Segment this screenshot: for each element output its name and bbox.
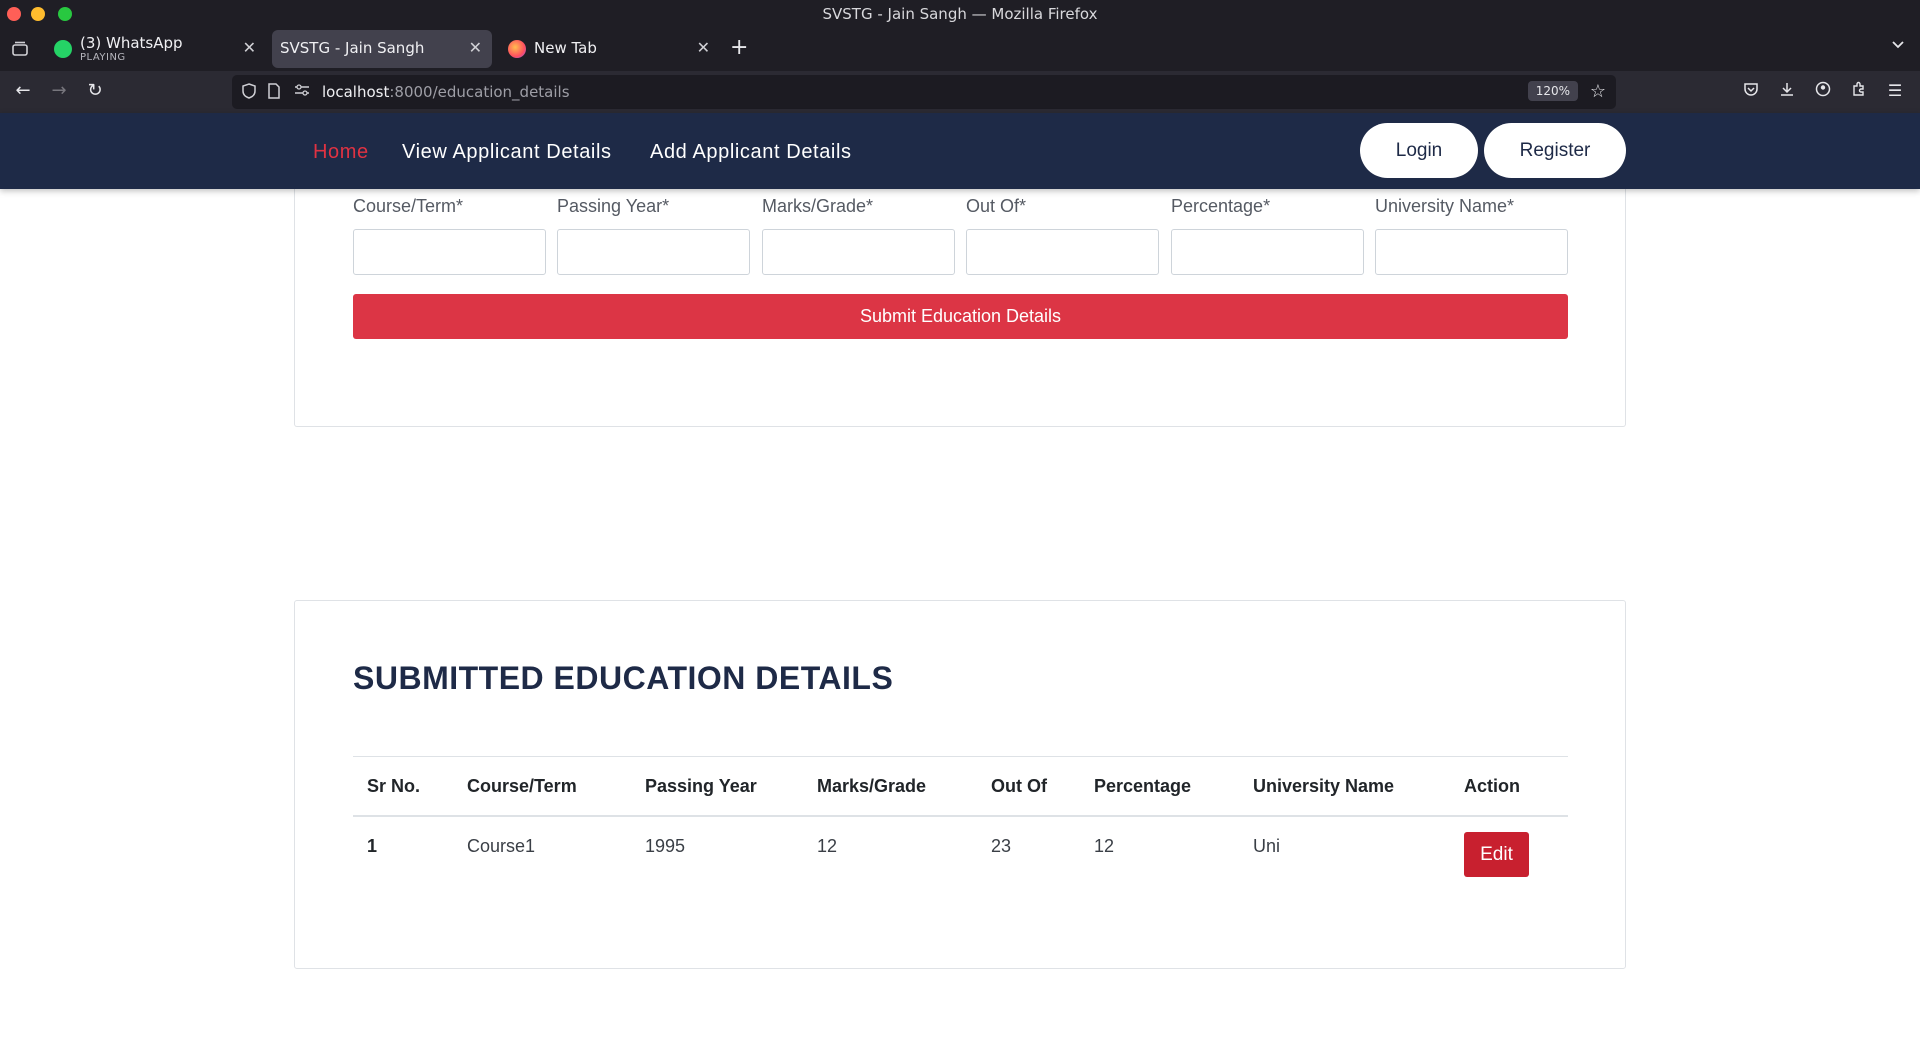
percentage-input[interactable]	[1171, 229, 1364, 275]
section-title: SUBMITTED EDUCATION DETAILS	[353, 660, 894, 696]
tab-strip: (3) WhatsApp PLAYING ✕ SVSTG - Jain Sang…	[0, 29, 1920, 71]
cell-marks: 12	[817, 836, 838, 856]
url-host: localhost	[322, 83, 390, 101]
cell-sr-no: 1	[367, 836, 378, 856]
firefox-icon	[508, 40, 526, 58]
close-tab-icon[interactable]: ✕	[469, 38, 482, 57]
column-header: Percentage	[1094, 776, 1192, 796]
whatsapp-icon	[54, 40, 72, 58]
cell-out-of: 23	[991, 836, 1012, 856]
new-tab-plus-icon[interactable]: +	[730, 35, 748, 60]
tab-overview-icon[interactable]	[10, 39, 30, 59]
column-header: Marks/Grade	[817, 776, 927, 796]
percentage-label: Percentage*	[1171, 196, 1271, 216]
cell-university: Uni	[1253, 836, 1281, 856]
course-term-label: Course/Term*	[353, 196, 464, 216]
account-icon[interactable]	[1813, 81, 1833, 101]
marks-grade-input[interactable]	[762, 229, 955, 275]
close-tab-icon[interactable]: ✕	[243, 38, 256, 57]
tab-title: New Tab	[534, 39, 597, 57]
tab-new-tab[interactable]: New Tab ✕	[498, 30, 720, 68]
passing-year-label: Passing Year*	[557, 196, 670, 216]
forward-arrow-icon[interactable]: →	[48, 80, 70, 101]
out-of-input[interactable]	[966, 229, 1159, 275]
cell-passing-year: 1995	[645, 836, 686, 856]
login-button[interactable]: Login	[1360, 123, 1478, 178]
chevron-down-icon[interactable]	[1890, 37, 1906, 57]
column-header: University Name	[1253, 776, 1395, 796]
zoom-level-badge[interactable]: 120%	[1527, 81, 1578, 101]
window-titlebar: SVSTG - Jain Sangh — Mozilla Firefox	[0, 0, 1920, 29]
tab-playing-label: PLAYING	[80, 52, 126, 63]
out-of-label: Out Of*	[966, 196, 1027, 216]
shield-icon[interactable]	[242, 83, 256, 103]
site-header: Home View Applicant Details Add Applican…	[0, 113, 1920, 189]
nav-home-link[interactable]: Home	[313, 141, 369, 164]
downloads-icon[interactable]	[1777, 81, 1797, 101]
tab-title: SVSTG - Jain Sangh	[280, 39, 425, 57]
url-text[interactable]: localhost:8000/education_details	[322, 83, 570, 101]
browser-toolbar: ← → ↻ localhost:8000/education_details 1…	[0, 71, 1920, 113]
url-path: :8000/education_details	[389, 83, 570, 101]
tab-whatsapp[interactable]: (3) WhatsApp PLAYING ✕	[44, 30, 266, 68]
column-header: Sr No.	[367, 776, 421, 796]
column-header: Passing Year	[645, 776, 757, 796]
url-bar[interactable]: localhost:8000/education_details 120% ☆	[232, 75, 1616, 109]
reload-icon[interactable]: ↻	[84, 80, 106, 101]
marks-grade-label: Marks/Grade*	[762, 196, 874, 216]
window-title: SVSTG - Jain Sangh — Mozilla Firefox	[822, 5, 1098, 23]
page-icon[interactable]	[268, 83, 280, 103]
course-term-input[interactable]	[353, 229, 546, 275]
nav-view-applicant-link[interactable]: View Applicant Details	[402, 141, 612, 164]
tab-title: (3) WhatsApp	[80, 34, 183, 52]
close-tab-icon[interactable]: ✕	[697, 38, 710, 57]
submit-education-button[interactable]: Submit Education Details	[353, 294, 1568, 339]
bookmark-star-icon[interactable]: ☆	[1590, 81, 1606, 102]
education-form-card	[294, 150, 1626, 427]
column-header: Course/Term	[467, 776, 577, 796]
nav-add-applicant-link[interactable]: Add Applicant Details	[650, 141, 852, 164]
tab-svstg[interactable]: SVSTG - Jain Sangh ✕	[272, 30, 492, 68]
column-header: Action	[1464, 776, 1520, 796]
pocket-icon[interactable]	[1741, 81, 1761, 101]
extensions-icon[interactable]	[1849, 81, 1869, 101]
permissions-icon[interactable]	[294, 83, 310, 101]
university-name-label: University Name*	[1375, 196, 1515, 216]
table-header-border	[353, 815, 1568, 817]
register-button[interactable]: Register	[1484, 123, 1626, 178]
table-top-border	[353, 756, 1568, 757]
passing-year-input[interactable]	[557, 229, 750, 275]
cell-percentage: 12	[1094, 836, 1115, 856]
menu-hamburger-icon[interactable]: ☰	[1885, 81, 1905, 100]
university-name-input[interactable]	[1375, 229, 1568, 275]
column-header: Out Of	[991, 776, 1047, 796]
back-arrow-icon[interactable]: ←	[12, 80, 34, 101]
edit-button[interactable]: Edit	[1464, 832, 1529, 877]
cell-course: Course1	[467, 836, 536, 856]
